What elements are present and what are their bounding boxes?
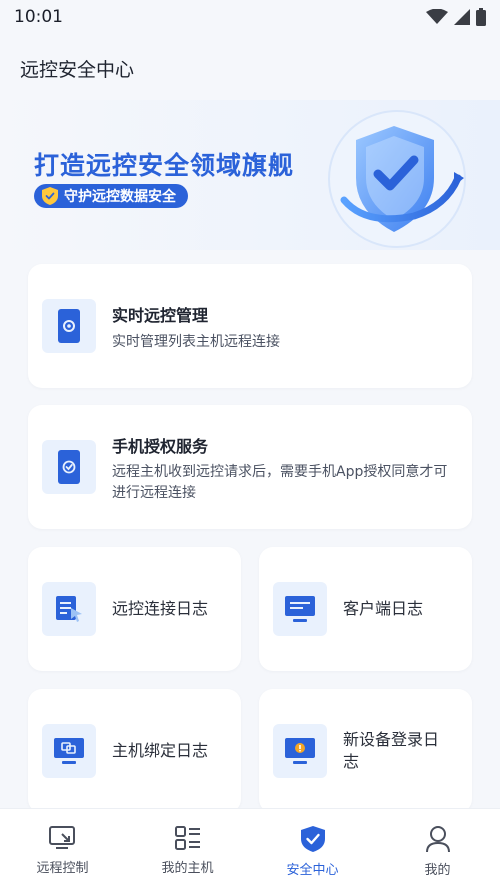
banner-badge-text: 守护远控数据安全 [64, 189, 176, 205]
banner-title: 打造远控安全领域旗舰 [34, 151, 295, 180]
remote-control-icon [48, 826, 75, 849]
banner-badge: 守护远控数据安全 [34, 184, 188, 208]
phone-authorization-card[interactable]: 手机授权服务 远程主机收到远控请求后，需要手机App授权同意才可进行远程连接 [28, 405, 472, 529]
card-title: 手机授权服务 [112, 437, 209, 456]
my-hosts-icon [174, 826, 200, 850]
phone-check-icon [58, 450, 80, 484]
card-icon-box [273, 582, 327, 636]
card-label: 客户端日志 [343, 599, 424, 618]
security-shield-icon [300, 826, 325, 852]
card-description: 实时管理列表主机远程连接 [112, 334, 280, 350]
page-header: 远控安全中心 [0, 40, 500, 96]
battery-icon [476, 8, 486, 26]
tab-label: 我的主机 [161, 861, 214, 876]
cellular-signal-icon [454, 9, 470, 25]
card-label: 新设备登录日志 [343, 730, 440, 771]
tab-label: 安全中心 [286, 863, 339, 878]
tab-remote-control[interactable]: 远程控制 [0, 809, 125, 889]
tab-security-center[interactable]: 安全中心 [250, 809, 375, 889]
tab-label: 我的 [424, 863, 451, 878]
status-time: 10:01 [14, 7, 63, 27]
monitor-alert-icon [285, 738, 315, 764]
remote-connection-log-card[interactable]: 远控连接日志 [28, 547, 241, 671]
tab-my-hosts[interactable]: 我的主机 [125, 809, 250, 889]
monitor-link-icon [54, 738, 84, 764]
monitor-icon [285, 596, 315, 622]
security-shield-illustration [328, 110, 466, 248]
tab-profile[interactable]: 我的 [375, 809, 500, 889]
tab-label: 远程控制 [36, 861, 89, 876]
user-profile-icon [425, 826, 450, 853]
card-icon-box [273, 724, 327, 778]
host-binding-log-card[interactable]: 主机绑定日志 [28, 689, 241, 813]
wifi-icon [426, 9, 448, 24]
client-log-card[interactable]: 客户端日志 [259, 547, 472, 671]
new-device-login-log-card[interactable]: 新设备登录日志 [259, 689, 472, 813]
card-label: 远控连接日志 [112, 599, 209, 618]
realtime-remote-management-card[interactable]: 实时远控管理 实时管理列表主机远程连接 [28, 264, 472, 388]
shield-check-icon [42, 187, 58, 205]
card-icon-box [42, 724, 96, 778]
document-cursor-icon [56, 596, 82, 622]
card-icon-box [42, 582, 96, 636]
bottom-tab-bar: 远程控制 我的主机 安全中心 我的 [0, 808, 500, 889]
card-label: 主机绑定日志 [112, 741, 209, 760]
card-title: 实时远控管理 [112, 306, 209, 325]
card-icon-box [42, 440, 96, 494]
card-icon-box [42, 299, 96, 353]
phone-settings-icon [58, 309, 80, 343]
page-title: 远控安全中心 [20, 58, 135, 81]
status-bar: 10:01 [0, 0, 500, 34]
card-description: 远程主机收到远控请求后，需要手机App授权同意才可进行远程连接 [112, 464, 448, 501]
status-icons [426, 8, 486, 26]
